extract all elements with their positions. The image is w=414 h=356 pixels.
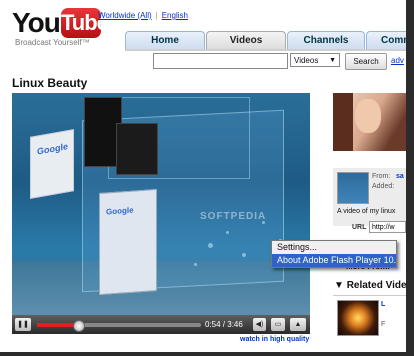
uploader-avatar[interactable] [337,172,369,204]
bubble [194,263,197,266]
window-shadow-right [406,0,414,356]
slogan: Broadcast Yourself™ [15,38,90,47]
bubble [242,253,246,257]
progress-knob[interactable] [73,320,85,332]
resize-icon[interactable]: ▭ [271,318,285,331]
window-google: Google [30,129,74,199]
related-video-meta: F [381,321,386,328]
total-time: 3:46 [227,320,243,329]
logo-tube: Tube [61,8,109,38]
search-type-value: Videos [294,56,319,65]
youtube-page: You Tube Broadcast Yourself™ Worldwide (… [0,0,407,352]
progress-fill [37,323,78,327]
window-shadow-bottom [0,352,414,356]
url-field[interactable]: http://w [369,221,406,233]
uploader-link[interactable]: sa [396,173,404,180]
video-description: A video of my linux [337,208,396,215]
video-frame: Google Google SOFTPEDIA [12,93,310,315]
url-label: URL [352,224,367,231]
related-video-thumbnail[interactable] [337,300,379,336]
related-videos-title: Related Vide [346,280,407,291]
tab-home[interactable]: Home [125,31,205,50]
added-label: Added: [372,183,395,190]
time-display: 0:54 / 3:46 [205,320,243,329]
bubble [208,243,213,248]
high-quality-link[interactable]: watch in high quality [240,336,309,343]
context-item-settings[interactable]: Settings... [272,241,396,254]
current-time: 0:54 [205,320,221,329]
fullscreen-icon[interactable]: ▲ [290,318,306,331]
player-controls: ❚❚ 0:54 / 3:46 ◀) ▭ ▲ [12,315,310,334]
tab-channels[interactable]: Channels [287,31,365,50]
advanced-search-link[interactable]: adv [391,56,404,65]
video-title: Linux Beauty [12,76,88,90]
ad-image[interactable] [333,93,406,151]
window-dark [116,123,158,175]
progress-bar[interactable] [37,320,201,332]
related-video-title[interactable]: L [381,301,385,308]
tab-videos[interactable]: Videos [206,31,286,50]
bubble [226,231,229,234]
search-input[interactable] [153,53,288,69]
link-separator: | [155,11,158,20]
ad-image-hair [333,93,353,151]
window-browser: Google [99,188,157,296]
search-type-select[interactable]: Videos ▼ [290,53,340,67]
context-menu: Settings... About Adobe Flash Player 10.… [271,240,397,268]
tab-underline [125,49,406,51]
tab-community[interactable]: Comm [366,31,406,50]
related-videos-header[interactable]: ▼ Related Vide [334,280,407,291]
top-links: Worldwide (All) | English [98,11,188,20]
search-button[interactable]: Search [345,53,387,70]
worldwide-link[interactable]: Worldwide (All) [98,11,152,20]
watermark: SOFTPEDIA [200,211,267,222]
related-divider [333,295,406,296]
google-logo-2: Google [106,205,134,217]
volume-icon[interactable]: ◀) [253,318,266,331]
pause-icon[interactable]: ❚❚ [15,318,31,331]
context-item-about-flash[interactable]: About Adobe Flash Player 10... [272,254,396,267]
from-label: From: [372,173,391,180]
chevron-down-icon: ▼ [329,57,336,64]
video-player[interactable]: Google Google SOFTPEDIA ❚❚ 0:54 / 3:46 ◀… [12,93,310,334]
ad-image-face [355,99,381,133]
google-logo: Google [37,141,68,157]
english-link[interactable]: English [162,11,188,20]
logo-you: You [12,7,61,38]
